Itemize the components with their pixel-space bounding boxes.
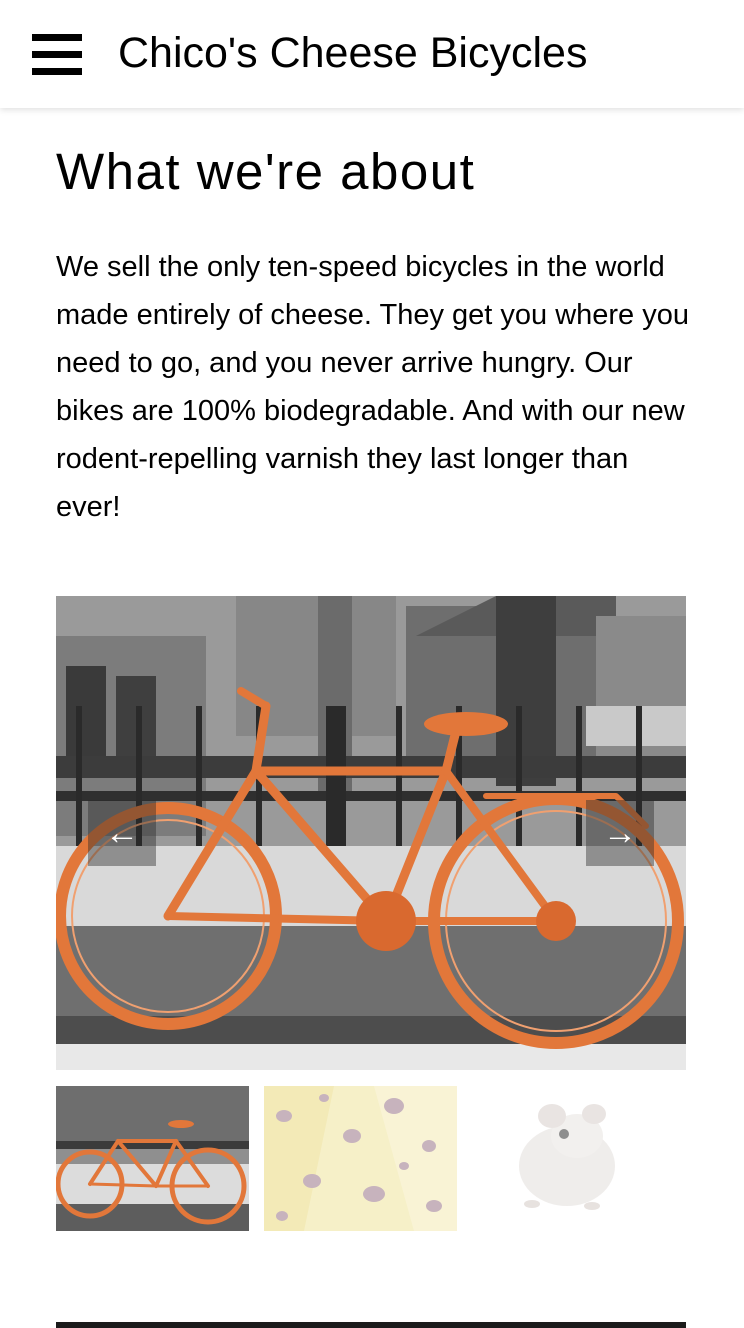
section-heading: What we're about — [56, 143, 476, 200]
mouse-thumbnail-image — [472, 1086, 665, 1231]
carousel-next-button[interactable]: → — [586, 800, 654, 866]
image-carousel[interactable]: ← → — [56, 596, 686, 1070]
intro-paragraph: We sell the only ten-speed bicycles in t… — [56, 251, 690, 523]
arrow-left-icon: ← — [105, 814, 139, 852]
thumbnail-bicycle[interactable] — [56, 1086, 249, 1231]
site-title: Chico's Cheese Bicycles — [118, 29, 588, 77]
arrow-right-icon: → — [603, 814, 637, 852]
menu-bar — [32, 68, 82, 75]
hamburger-menu-icon[interactable] — [32, 34, 82, 76]
next-section-edge — [56, 1322, 686, 1328]
bicycle-thumbnail-image — [56, 1086, 249, 1231]
carousel-prev-button[interactable]: ← — [88, 800, 156, 866]
thumbnail-cheese[interactable] — [264, 1086, 457, 1231]
cheese-thumbnail-image — [264, 1086, 457, 1231]
menu-bar — [32, 34, 82, 41]
thumbnail-mouse[interactable] — [472, 1086, 665, 1231]
site-header: Chico's Cheese Bicycles — [0, 0, 744, 108]
menu-bar — [32, 51, 82, 58]
